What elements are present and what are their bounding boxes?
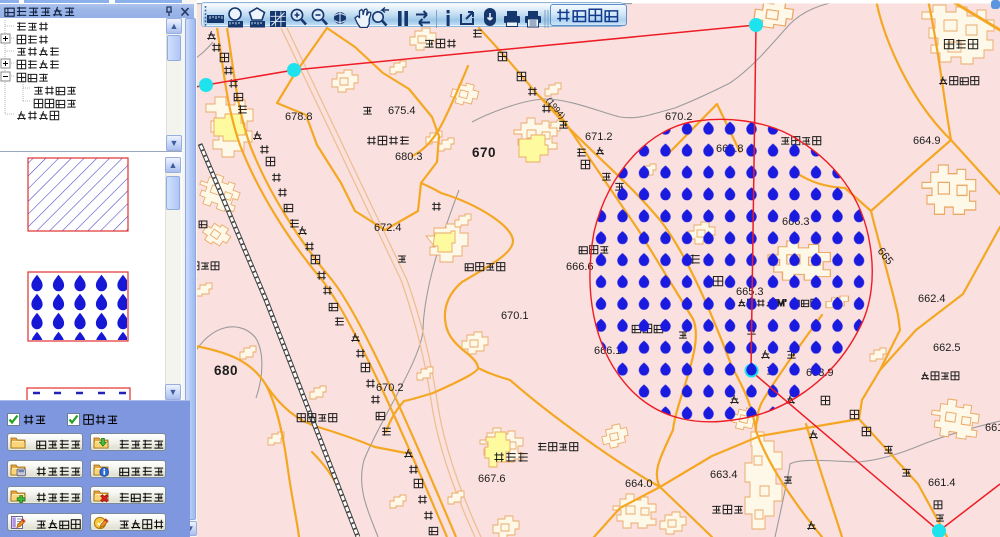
svg-text:664.0: 664.0 bbox=[625, 478, 653, 490]
svg-text:670.1: 670.1 bbox=[501, 310, 529, 322]
svg-text:680.3: 680.3 bbox=[395, 151, 423, 163]
svg-text:664.9: 664.9 bbox=[913, 135, 941, 147]
svg-text:670.2: 670.2 bbox=[665, 111, 693, 123]
svg-text:661: 661 bbox=[985, 422, 1000, 434]
svg-text:672.4: 672.4 bbox=[374, 222, 402, 234]
svg-text:675.4: 675.4 bbox=[388, 105, 416, 117]
svg-text:662.5: 662.5 bbox=[933, 342, 961, 354]
svg-text:670: 670 bbox=[472, 145, 496, 160]
svg-text:678.8: 678.8 bbox=[285, 111, 313, 123]
svg-text:661.4: 661.4 bbox=[928, 477, 956, 489]
svg-text:670.2: 670.2 bbox=[376, 382, 404, 394]
svg-text:667.6: 667.6 bbox=[478, 473, 506, 485]
svg-text:680: 680 bbox=[214, 363, 238, 378]
svg-text:671.2: 671.2 bbox=[585, 131, 613, 143]
svg-text:663.4: 663.4 bbox=[710, 469, 738, 481]
svg-text:662.4: 662.4 bbox=[918, 293, 946, 305]
